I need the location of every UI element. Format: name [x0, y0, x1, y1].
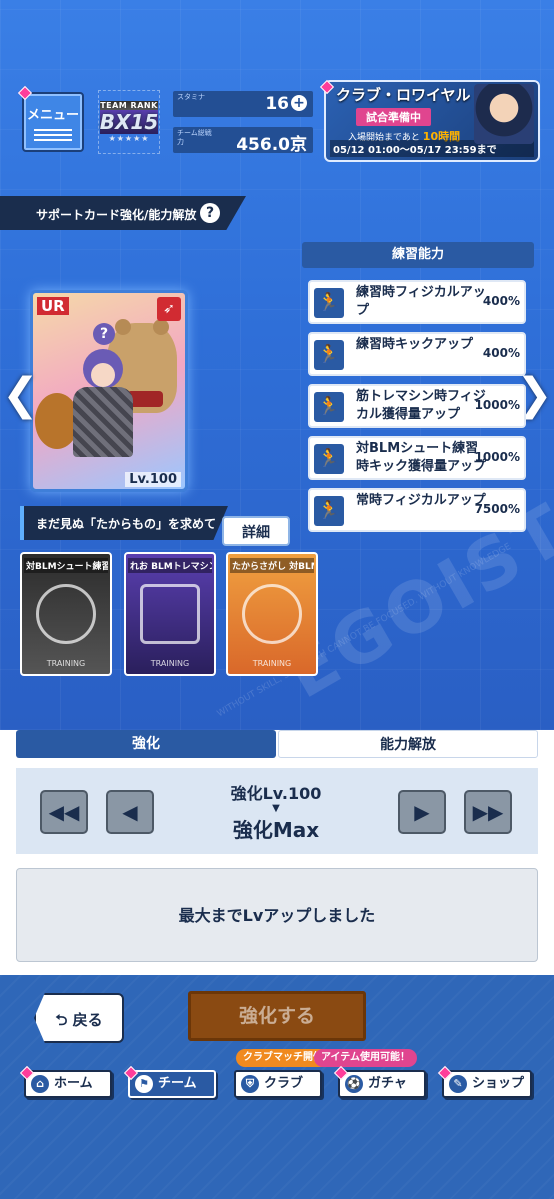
power-label: チーム総戦力	[177, 129, 212, 146]
team-icon: ⚑	[135, 1075, 153, 1093]
club-banner-title: クラブ・ロワイヤル	[336, 86, 471, 104]
enhance-button[interactable]: 強化する	[188, 991, 366, 1041]
character-art	[73, 349, 133, 469]
stamina-value: 16	[265, 94, 289, 114]
arrow-down-icon: ▼	[272, 803, 280, 814]
power-value: 456.0京	[236, 135, 307, 155]
ability-item: 🏃 練習時キックアップ 400%	[308, 332, 526, 376]
detail-button[interactable]: 詳細	[222, 516, 290, 546]
rarity-badge: UR	[37, 297, 69, 315]
nav-team[interactable]: ⚑ チーム	[128, 1070, 216, 1098]
team-rank-badge[interactable]: TEAM RANK BX15 ★★★★★	[98, 90, 160, 154]
bottom-bar: ⮌ 戻る 強化する クラブマッチ開催中 アイテム使用可能！ ⌂ ホーム ⚑ チーム …	[0, 975, 554, 1199]
ability-item: 🏃 練習時フィジカルアップ 400%	[308, 280, 526, 324]
club-banner-status: 試合準備中	[356, 108, 431, 126]
rank-value: BX15	[99, 110, 159, 134]
help-icon[interactable]: ?	[200, 203, 220, 223]
kick-shoe-icon: ➶	[157, 297, 181, 321]
level-display: 強化Lv.100 ▼ 強化Max	[196, 780, 356, 843]
question-icon: ?	[93, 323, 115, 345]
treasure-art-icon	[242, 584, 302, 644]
running-icon: 🏃	[314, 444, 344, 474]
treasure-card[interactable]: 対BLMシュート練習 TRAINING	[20, 552, 112, 676]
stamina-label: スタミナ	[177, 93, 205, 101]
card-level: Lv.100	[125, 472, 181, 487]
back-button[interactable]: ⮌ 戻る	[34, 993, 124, 1043]
forward-max-icon[interactable]: ▶▶	[464, 790, 512, 834]
club-shield-icon: ⛨	[241, 1075, 259, 1093]
add-stamina-icon[interactable]: +	[291, 95, 307, 111]
ability-item: 🏃 対BLMシュート練習時キック獲得量アップ 1000%	[308, 436, 526, 480]
nav-gacha[interactable]: ⚽ ガチャ	[338, 1070, 426, 1098]
power-row: チーム総戦力 456.0京	[173, 127, 313, 155]
ability-item: 🏃 筋トレマシン時フィジカル獲得量アップ 1000%	[308, 384, 526, 428]
club-royale-banner[interactable]: クラブ・ロワイヤル 試合準備中 入場開始まであと 10時間 05/12 01:0…	[324, 80, 540, 162]
running-icon: 🏃	[314, 392, 344, 422]
home-icon: ⌂	[31, 1075, 49, 1093]
status-message: 最大までLvアップしました	[16, 868, 538, 962]
tab-enhance[interactable]: 強化	[16, 730, 276, 758]
level-selector: ◀◀ ◀ 強化Lv.100 ▼ 強化Max ▶ ▶▶	[16, 768, 538, 854]
forward-icon[interactable]: ▶	[398, 790, 446, 834]
nav-club[interactable]: ⛨ クラブ	[234, 1070, 322, 1098]
rank-label: TEAM RANK	[100, 101, 158, 110]
rewind-max-icon[interactable]: ◀◀	[40, 790, 88, 834]
enhance-panel: 強化 能力解放 ◀◀ ◀ 強化Lv.100 ▼ 強化Max ▶ ▶▶ 最大までL…	[0, 730, 554, 975]
character-portrait-icon	[474, 84, 534, 144]
support-card[interactable]: ? UR ➶ Lv.100	[30, 290, 188, 492]
nav-home[interactable]: ⌂ ホーム	[24, 1070, 112, 1098]
ability-item: 🏃 常時フィジカルアップ 7500%	[308, 488, 526, 532]
nav-shop[interactable]: ✎ ショップ	[442, 1070, 532, 1098]
rewind-icon[interactable]: ◀	[106, 790, 154, 834]
shop-tag-icon: ✎	[449, 1075, 467, 1093]
treasure-card[interactable]: れお BLMトレマシン TRAINING	[124, 552, 216, 676]
previous-card-arrow-icon[interactable]: ❮	[2, 370, 39, 420]
treasure-art-icon	[36, 584, 96, 644]
treasure-art-icon	[140, 584, 200, 644]
tab-unlock[interactable]: 能力解放	[278, 730, 538, 758]
running-icon: 🏃	[314, 496, 344, 526]
ability-header: 練習能力	[302, 242, 534, 268]
running-icon: 🏃	[314, 288, 344, 318]
treasure-title: まだ見ぬ「たからもの」を求めて	[20, 506, 228, 540]
target-level: 強化Max	[232, 818, 320, 842]
menu-label: メニュー	[26, 107, 79, 123]
soccer-ball-icon: ⚽	[345, 1075, 363, 1093]
back-arrow-icon: ⮌	[55, 1011, 73, 1029]
rank-stars-icon: ★★★★★	[108, 134, 150, 143]
gacha-item-badge: アイテム使用可能！	[314, 1049, 417, 1067]
stamina-row: スタミナ 16 +	[173, 91, 313, 117]
running-icon: 🏃	[314, 340, 344, 370]
ability-list[interactable]: 🏃 練習時フィジカルアップ 400% 🏃 練習時キックアップ 400% 🏃 筋ト…	[308, 280, 526, 544]
treasure-card[interactable]: たからさがし 対BLMシュート練習 TRAINING	[226, 552, 318, 676]
current-level: 強化Lv.100	[230, 784, 322, 803]
menu-icon	[34, 128, 72, 141]
menu-button[interactable]: メニュー	[22, 92, 84, 152]
